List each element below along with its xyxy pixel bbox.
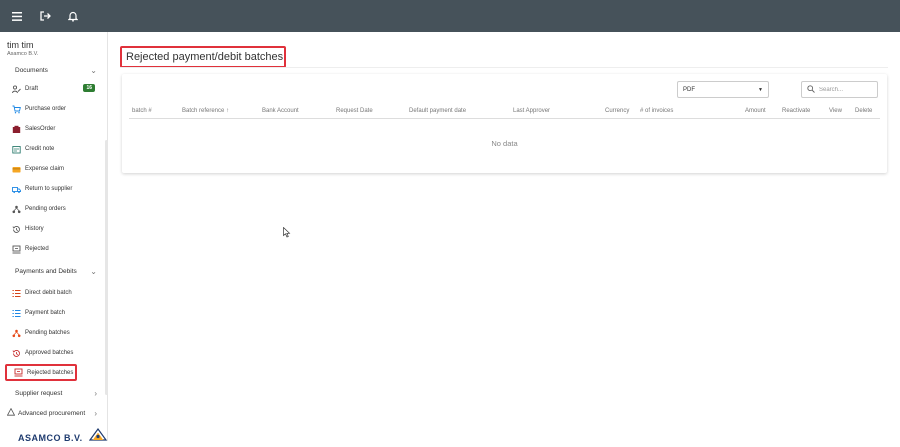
sidebar-item-label: Expense claim (25, 166, 65, 172)
page-title: Rejected payment/debit batches (120, 46, 286, 68)
caret-down-icon: ▼ (758, 86, 763, 93)
export-format-value: PDF (683, 86, 695, 93)
sidebar-item-direct-debit-batch[interactable]: Direct debit batch (5, 286, 105, 300)
user-company: Asamco B.V. (7, 51, 39, 57)
top-bar (0, 0, 900, 32)
column-header[interactable]: View (829, 108, 842, 114)
sidebar-item-credit-note[interactable]: Credit note (5, 142, 105, 156)
rejected-icon (12, 245, 21, 254)
column-header[interactable]: Amount (745, 108, 766, 114)
column-header[interactable]: Request Date (336, 108, 373, 114)
sidebar-item-draft[interactable]: Draft 16 (5, 82, 105, 96)
history-icon (12, 225, 21, 234)
sidebar-item-label: Return to supplier (25, 186, 73, 192)
column-header[interactable]: Last Approver (513, 108, 550, 114)
sidebar-item-salesorder[interactable]: SalesOrder (5, 122, 105, 136)
chevron-right-icon: › (94, 408, 97, 418)
chevron-down-icon: ⌄ (90, 266, 97, 276)
section-documents[interactable]: Documents ⌄ (0, 62, 107, 78)
chevron-down-icon: ⌄ (90, 65, 97, 75)
logo-text: ASAMCO B.V. (18, 432, 83, 443)
sidebar-item-label: History (25, 226, 44, 232)
search-input[interactable] (819, 86, 879, 93)
pending-orders-icon (12, 205, 21, 214)
sidebar-item-payment-batch[interactable]: Payment batch (5, 306, 105, 320)
draft-icon (12, 84, 21, 94)
menu-icon[interactable] (10, 9, 24, 23)
sidebar-item-expense-claim[interactable]: Expense claim (5, 162, 105, 176)
section-advanced-procurement-label: Advanced procurement (18, 409, 86, 417)
column-header[interactable]: batch # (132, 108, 152, 114)
section-advanced-procurement[interactable]: Advanced procurement › (0, 405, 107, 421)
column-header[interactable]: Batch reference ↑ (182, 108, 229, 114)
section-supplier-request-label: Supplier request (15, 389, 63, 397)
batches-card: PDF ▼ batch # Batch reference ↑ Bank Acc… (122, 74, 887, 173)
sidebar-item-label: Credit note (25, 146, 55, 152)
sidebar-item-label: Approved batches (25, 350, 74, 356)
empty-table-message: No data (491, 139, 518, 148)
draft-count-badge: 16 (83, 84, 95, 92)
column-header[interactable]: Reactivate (782, 108, 810, 114)
list-icon (12, 309, 21, 318)
sidebar-item-label: Draft (25, 86, 39, 92)
sidebar-item-label: Direct debit batch (25, 290, 72, 296)
company-logo: ASAMCO B.V. (18, 427, 107, 447)
sidebar-item-label: Payment batch (25, 310, 66, 316)
expense-claim-icon (12, 165, 21, 174)
title-divider (120, 67, 888, 68)
section-supplier-request[interactable]: Supplier request › (0, 385, 107, 401)
sidebar-item-purchase-order[interactable]: Purchase order (5, 102, 105, 116)
sidebar: tim tim Asamco B.V. Documents ⌄ Draft 16… (0, 32, 108, 443)
sidebar-item-return-to-supplier[interactable]: Return to supplier (5, 182, 105, 196)
list-icon (12, 289, 21, 298)
warning-icon (6, 407, 16, 418)
section-documents-label: Documents (15, 66, 48, 74)
rejected-icon (14, 368, 23, 377)
pending-batches-icon (12, 329, 21, 338)
sidebar-item-pending-batches[interactable]: Pending batches (5, 326, 105, 340)
section-payments-and-debits[interactable]: Payments and Debits ⌄ (0, 263, 107, 279)
sidebar-item-label: Pending orders (25, 206, 66, 212)
logo-emblem-icon (88, 427, 107, 447)
sidebar-item-label: Pending batches (25, 330, 70, 336)
section-payments-label: Payments and Debits (15, 267, 77, 275)
column-header[interactable]: # of invoices (640, 108, 673, 114)
sidebar-item-history[interactable]: History (5, 222, 105, 236)
column-header[interactable]: Default payment date (409, 108, 466, 114)
column-header[interactable]: Bank Account (262, 108, 299, 114)
credit-note-icon (12, 145, 21, 154)
sidebar-item-approved-batches[interactable]: Approved batches (5, 346, 105, 360)
chevron-right-icon: › (94, 388, 97, 398)
sidebar-item-label: SalesOrder (25, 126, 56, 132)
cart-icon (12, 105, 21, 114)
sidebar-item-pending-orders[interactable]: Pending orders (5, 202, 105, 216)
sidebar-item-label: Rejected (25, 246, 49, 252)
sidebar-item-rejected-batches[interactable]: Rejected batches (5, 364, 77, 381)
sidebar-item-label: Rejected batches (27, 369, 74, 376)
sidebar-scrollbar[interactable] (105, 140, 108, 395)
sidebar-item-label: Purchase order (25, 106, 67, 112)
history-icon (12, 349, 21, 358)
search-icon (807, 84, 815, 95)
bell-icon[interactable] (66, 9, 80, 23)
search-box[interactable] (801, 81, 879, 98)
sidebar-item-rejected[interactable]: Rejected (5, 242, 105, 256)
column-header[interactable]: Delete (855, 108, 872, 114)
truck-icon (12, 185, 21, 194)
logout-icon[interactable] (38, 9, 52, 23)
sales-order-icon (12, 125, 21, 134)
table-header: batch # Batch reference ↑ Bank Account R… (129, 105, 880, 119)
mouse-cursor-icon (283, 226, 291, 240)
section-advanced-procurement-wrap: Advanced procurement (6, 407, 86, 418)
column-header[interactable]: Currency (605, 108, 629, 114)
export-format-select[interactable]: PDF ▼ (677, 81, 769, 98)
user-name: tim tim (7, 40, 34, 50)
